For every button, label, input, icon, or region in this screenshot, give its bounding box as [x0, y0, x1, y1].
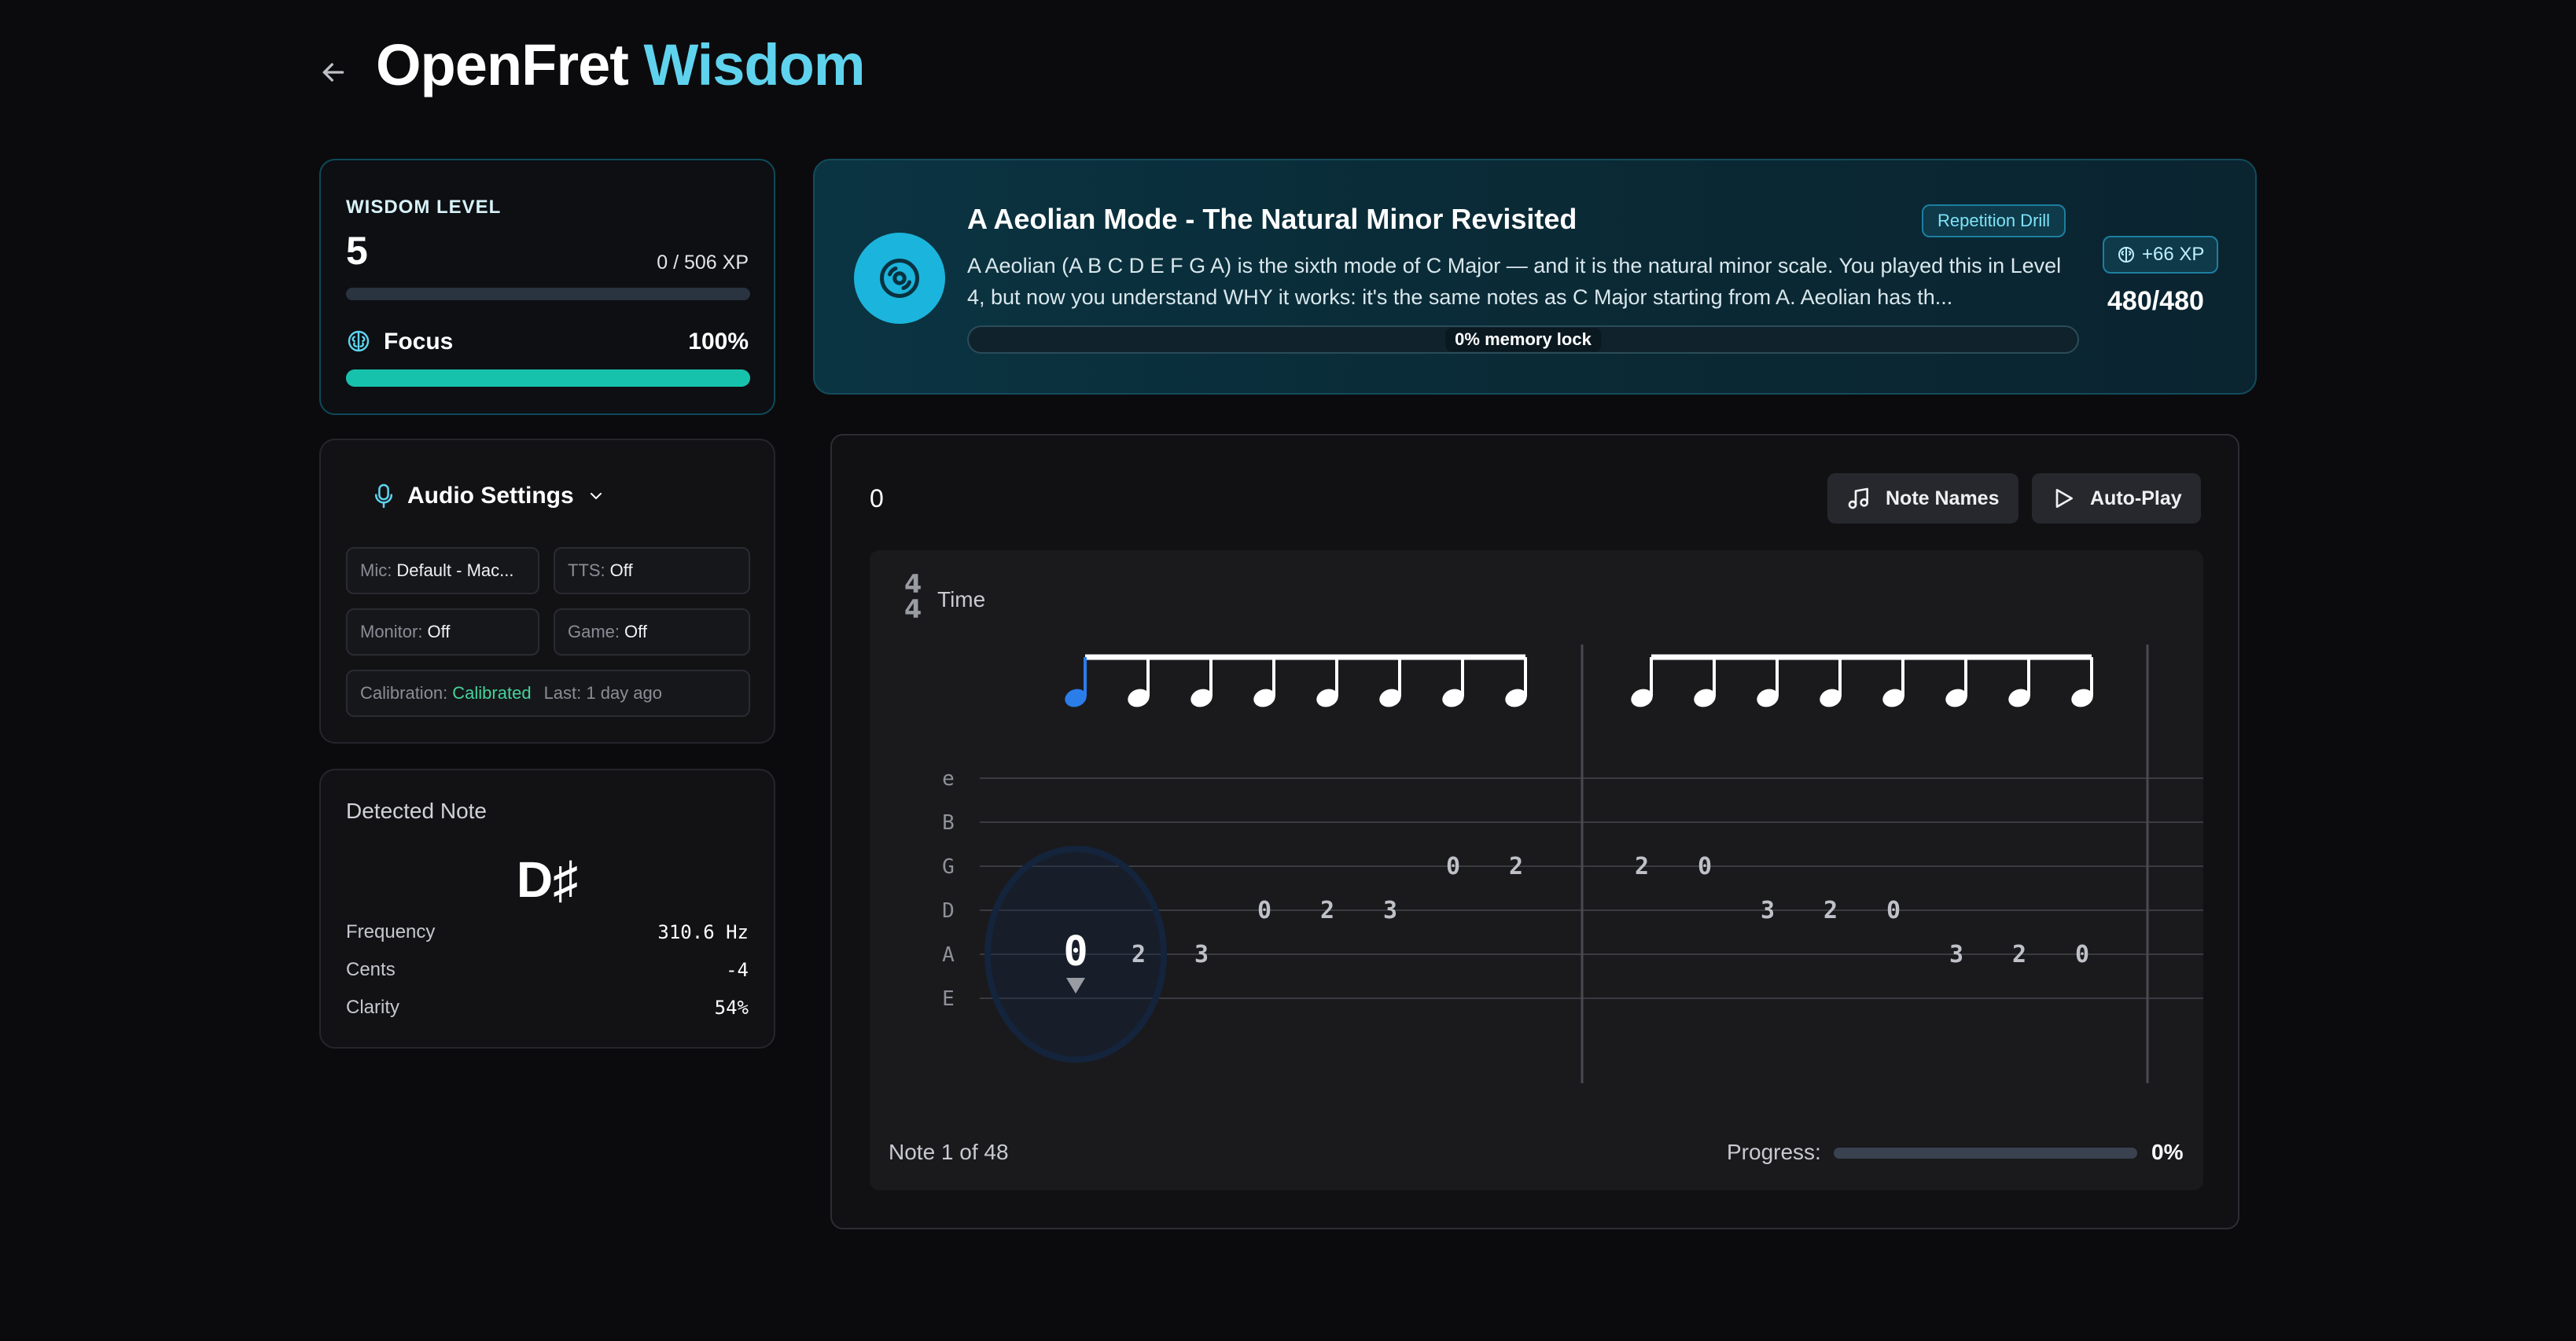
wisdom-level-value: 5 [346, 229, 368, 273]
string-label: E [942, 987, 955, 1011]
calibration-key: Calibration: [360, 683, 448, 703]
fret-number: 2 [1635, 853, 1649, 880]
tts-setting[interactable]: TTS: Off [554, 547, 750, 594]
fret-number: 3 [1383, 897, 1397, 924]
note-names-button[interactable]: Note Names [1827, 473, 2018, 524]
fret-number: 2 [1509, 853, 1523, 880]
mic-setting[interactable]: Mic: Default - Mac... [346, 547, 539, 594]
fret-number: 0 [1446, 853, 1460, 880]
note-counter: 0 [870, 484, 884, 513]
game-value: Off [624, 622, 647, 641]
lesson-icon-badge [854, 233, 945, 324]
fret-number: 0 [1698, 853, 1712, 880]
cents-label: Cents [346, 959, 396, 980]
brain-icon [348, 330, 370, 352]
arrow-left-icon[interactable] [318, 57, 349, 88]
xp-progress-text: 0 / 506 XP [657, 252, 749, 274]
auto-play-label: Auto-Play [2090, 487, 2182, 509]
fret-number: 0 [1886, 897, 1901, 924]
lesson-title: A Aeolian Mode - The Natural Minor Revis… [967, 203, 1577, 235]
lesson-description: A Aeolian (A B C D E F G A) is the sixth… [967, 254, 2062, 309]
progress-value: 0% [2151, 1140, 2184, 1164]
string-label: e [942, 767, 955, 791]
focus-label: Focus [384, 329, 454, 355]
clarity-row: Clarity 54% [346, 997, 749, 1019]
memory-lock-label: 0% memory lock [1445, 328, 1601, 351]
progress-label: Progress: [1727, 1140, 1821, 1164]
xp-reward-badge: +66 XP [2103, 236, 2219, 274]
calibration-value: Calibrated [452, 683, 532, 703]
clarity-value: 54% [714, 997, 749, 1019]
cents-row: Cents -4 [346, 959, 749, 981]
focus-bar-fill [346, 369, 750, 387]
monitor-value: Off [427, 622, 451, 641]
page-title-main: OpenFret [376, 32, 629, 97]
fret-number: 2 [1823, 897, 1838, 924]
monitor-setting[interactable]: Monitor: Off [346, 608, 539, 656]
wisdom-level-card: WISDOM LEVEL 5 0 / 506 XP Focus 100% [319, 159, 775, 415]
detected-note-title: Detected Note [346, 799, 487, 823]
tab-player-panel: 0 Note Names Auto-Play 4 4 Time eBGDAE02… [830, 434, 2239, 1229]
game-key: Game: [568, 622, 620, 641]
audio-settings-title: Audio Settings [407, 483, 574, 509]
fret-number: 2 [1320, 897, 1334, 924]
xp-progress-bar [346, 288, 750, 300]
mic-value: Default - Mac... [396, 560, 514, 580]
chevron-down-icon [590, 493, 602, 499]
tab-notation: 4 4 Time eBGDAE0 2 30 2 30 2 2 03 2 03 2 0 [904, 569, 2203, 1083]
fret-number: 3 [1194, 941, 1209, 968]
brain-icon [2118, 247, 2134, 263]
detected-note-value: D♯ [516, 851, 579, 908]
string-label: G [942, 855, 955, 879]
fret-number: 0 [2075, 941, 2089, 968]
frequency-label: Frequency [346, 921, 436, 942]
repetition-drill-badge: Repetition Drill [1922, 204, 2066, 237]
monitor-key: Monitor: [360, 622, 423, 641]
string-label: A [942, 943, 955, 967]
music-note-icon [1848, 487, 1868, 509]
frequency-value: 310.6 Hz [657, 921, 749, 943]
progress-bar [1834, 1148, 2137, 1159]
fret-number: 3 [1761, 897, 1775, 924]
fret-number: 2 [1132, 941, 1146, 968]
tab-staff[interactable]: 4 4 Time eBGDAE0230230220320320 Note 1 o… [870, 550, 2203, 1190]
detected-note-card: Detected Note D♯ Frequency 310.6 Hz Cent… [319, 769, 775, 1049]
calibration-setting[interactable]: Calibration: Calibrated Last: 1 day ago [346, 670, 750, 717]
page-title: OpenFret Wisdom [376, 30, 866, 101]
mic-key: Mic: [360, 560, 392, 580]
fret-number: 2 [2012, 941, 2026, 968]
focus-value: 100% [688, 329, 749, 355]
fret-number: 0 [1063, 928, 1087, 975]
fret-number: 0 [1257, 897, 1271, 924]
play-icon [2055, 489, 2073, 508]
string-label: B [942, 811, 955, 835]
wisdom-level-label: WISDOM LEVEL [346, 197, 502, 218]
memory-lock-bar: 0% memory lock [967, 325, 2079, 354]
tts-key: TTS: [568, 560, 605, 580]
microphone-icon [374, 483, 393, 509]
note-position-text: Note 1 of 48 [889, 1140, 1009, 1164]
string-label: D [942, 899, 955, 923]
calibration-last: Last: 1 day ago [543, 683, 663, 703]
game-setting[interactable]: Game: Off [554, 608, 750, 656]
note-names-label: Note Names [1886, 487, 2000, 509]
fret-number: 3 [1949, 941, 1963, 968]
cents-value: -4 [726, 959, 749, 981]
tts-value: Off [609, 560, 633, 580]
lesson-score: 480/480 [2107, 286, 2204, 316]
frequency-row: Frequency 310.6 Hz [346, 921, 749, 943]
time-signature-bottom: 4 [904, 594, 922, 624]
xp-reward-value: +66 XP [2142, 244, 2205, 265]
time-label: Time [937, 587, 985, 612]
clarity-label: Clarity [346, 997, 400, 1018]
auto-play-button[interactable]: Auto-Play [2032, 473, 2201, 524]
lesson-card: A Aeolian Mode - The Natural Minor Revis… [813, 159, 2257, 395]
page-title-accent: Wisdom [643, 32, 865, 97]
app-root: OpenFret Wisdom WISDOM LEVEL 5 0 / 506 X… [0, 0, 2576, 1341]
audio-settings-toggle[interactable]: Audio Settings [373, 483, 605, 509]
disc-icon [880, 259, 919, 298]
audio-settings-card: Audio Settings Mic: Default - Mac... TTS… [319, 439, 775, 744]
focus-bar [346, 369, 750, 387]
